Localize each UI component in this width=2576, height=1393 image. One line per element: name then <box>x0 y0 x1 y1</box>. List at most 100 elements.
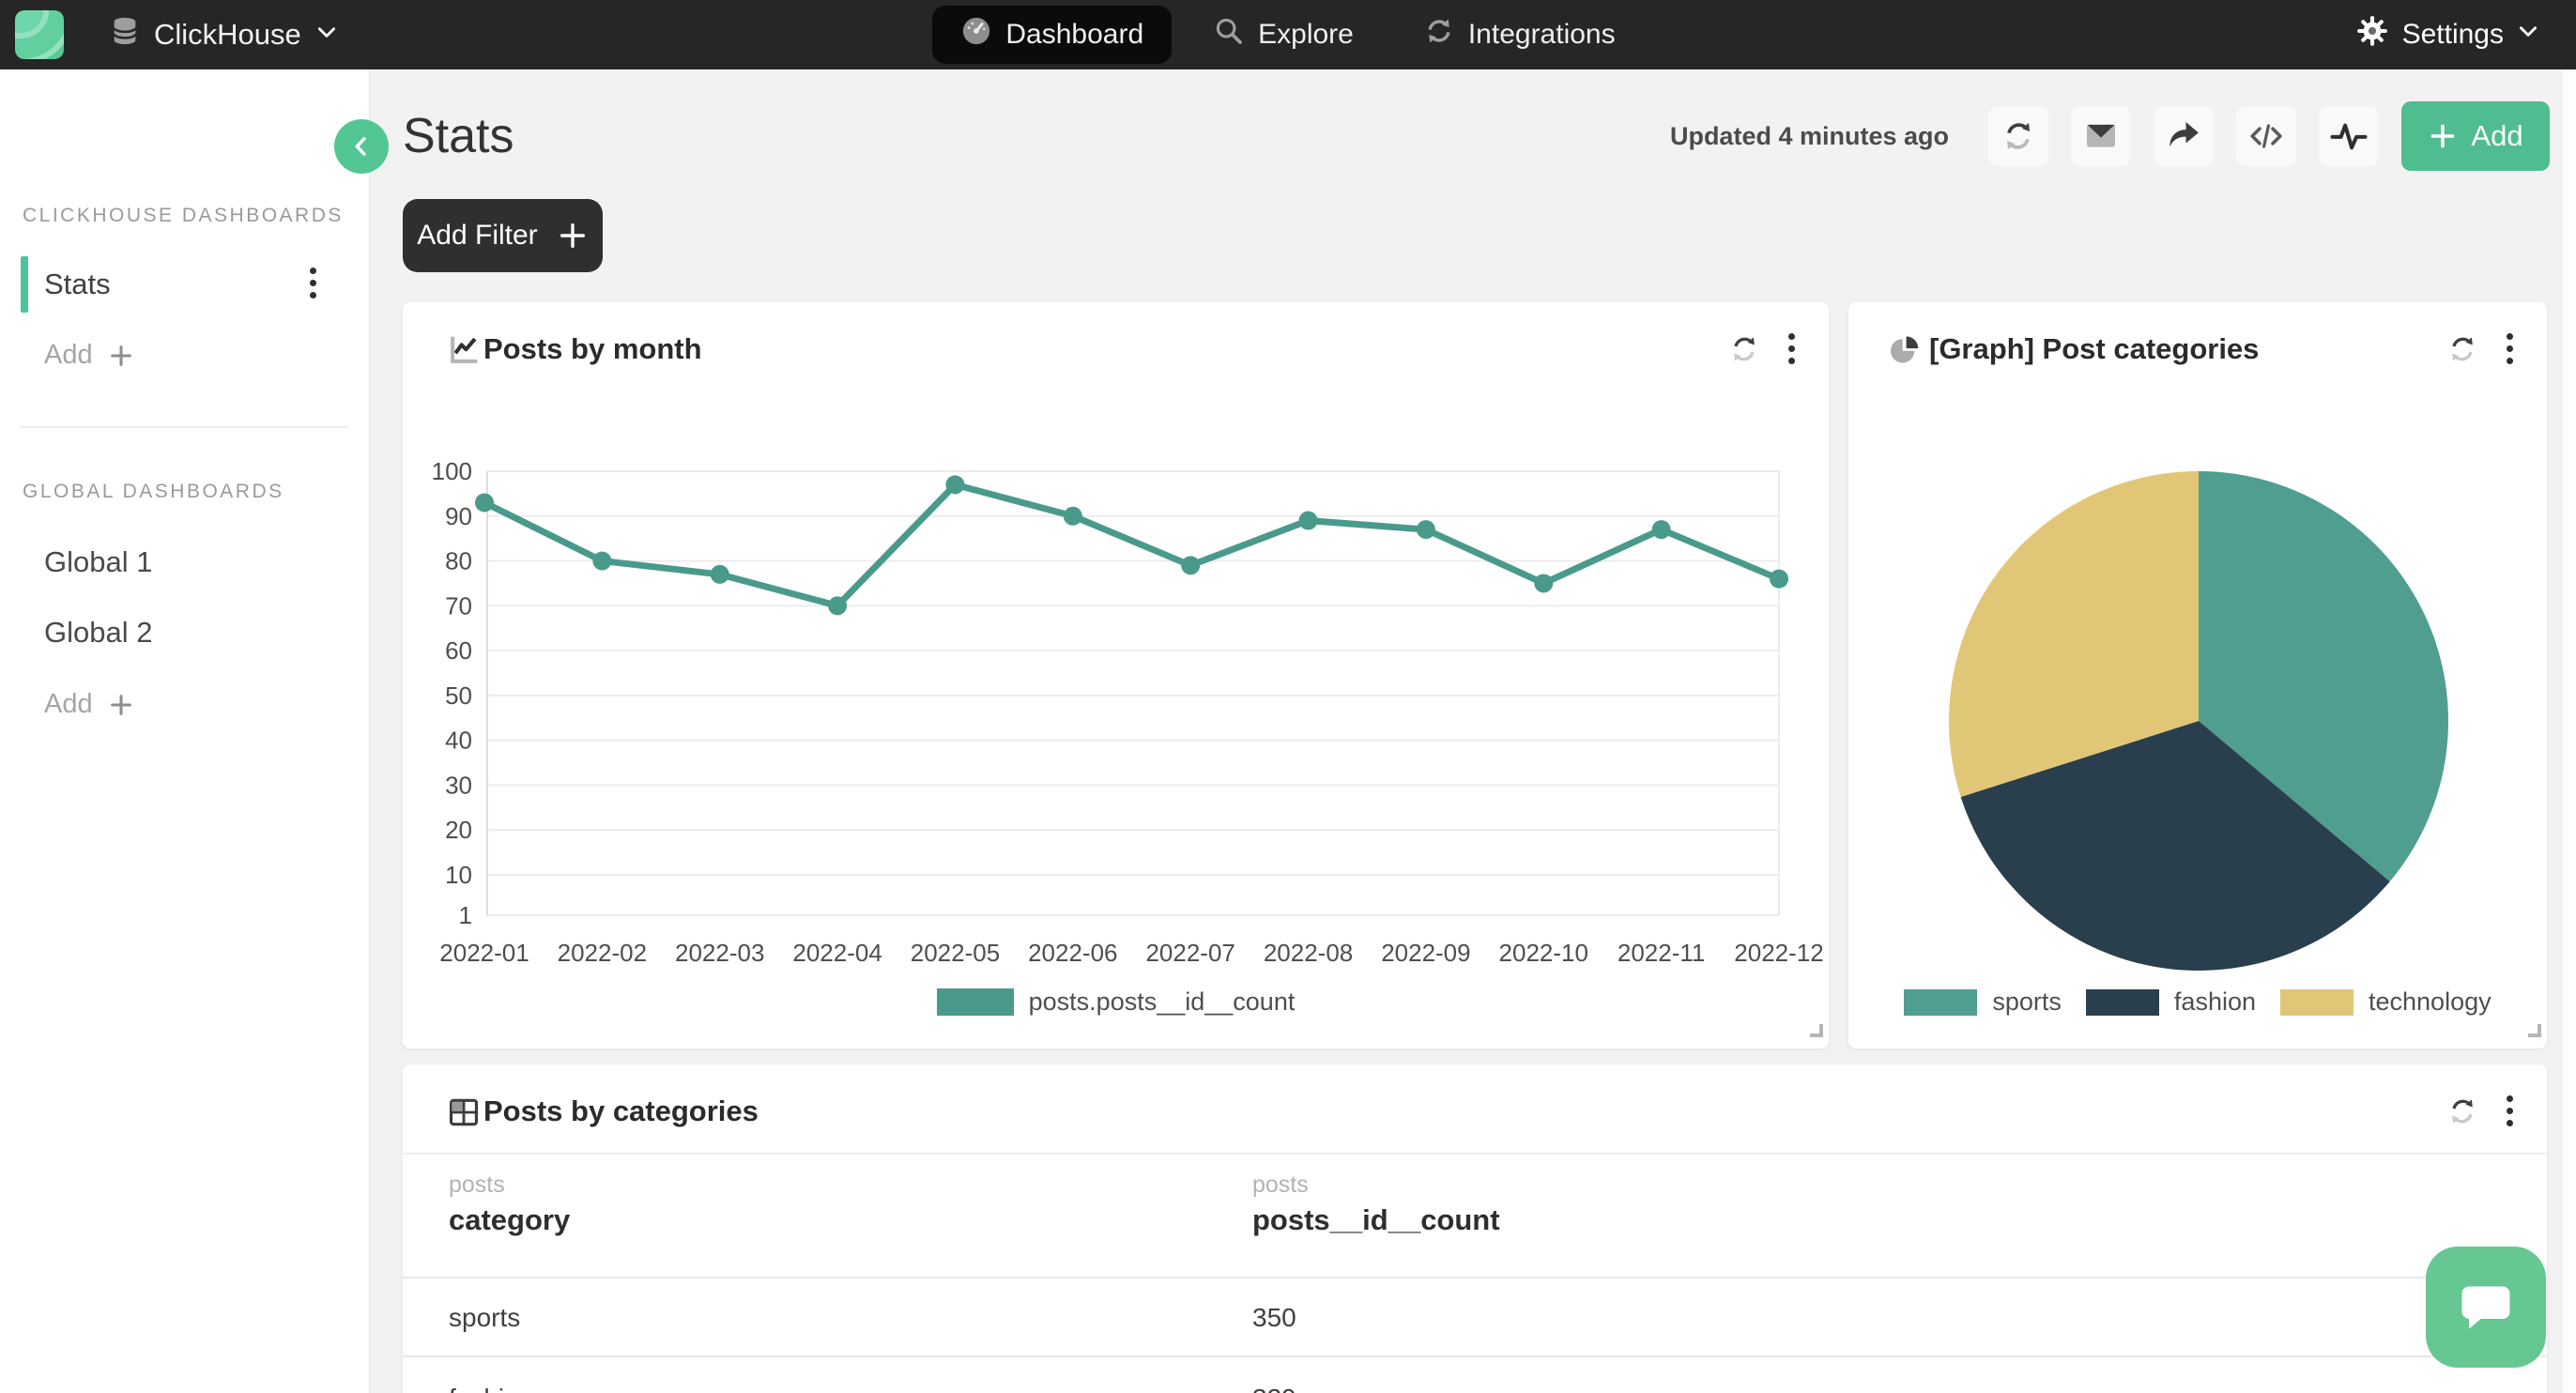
svg-text:10: 10 <box>445 861 472 889</box>
plus-icon <box>108 692 134 718</box>
add-dashboard-button[interactable]: Add <box>44 689 134 720</box>
plus-icon <box>108 343 134 369</box>
page-scrollbar[interactable] <box>2563 69 2576 1393</box>
svg-text:2022-05: 2022-05 <box>911 939 1000 967</box>
svg-text:1: 1 <box>459 901 472 929</box>
sidebar-item-label: Stats <box>44 268 111 301</box>
pie-chart-icon <box>1887 332 1923 373</box>
add-filter-button[interactable]: Add Filter <box>403 199 603 272</box>
chevron-left-icon <box>348 133 375 160</box>
chevron-down-icon <box>2516 19 2540 51</box>
line-chart-card: Posts by month 1102030405060708090100202… <box>403 302 1829 1049</box>
column-header-category[interactable]: category <box>449 1203 570 1237</box>
add-widget-button[interactable]: Add <box>2401 101 2550 171</box>
card-title: [Graph] Post categories <box>1929 332 2259 366</box>
sidebar-section-title: CLICKHOUSE DASHBOARDS <box>23 205 344 227</box>
forward-arrow-icon <box>2165 117 2202 155</box>
card-refresh-button[interactable] <box>2446 332 2479 371</box>
refresh-icon <box>2446 332 2479 366</box>
plus-icon <box>2428 121 2458 151</box>
svg-text:2022-10: 2022-10 <box>1499 939 1588 967</box>
legend-entry: sports <box>1904 987 2062 1017</box>
refresh-dashboard-button[interactable] <box>1988 106 2048 166</box>
svg-text:2022-09: 2022-09 <box>1381 939 1470 967</box>
tab-dashboard-label: Dashboard <box>1005 19 1143 51</box>
refresh-icon <box>2446 1094 2479 1128</box>
post-categories-pie <box>1949 471 2448 971</box>
sidebar-divider <box>21 426 347 428</box>
add-filter-label: Add Filter <box>417 220 537 252</box>
page-title: Stats <box>403 108 514 164</box>
activity-button[interactable] <box>2319 106 2379 166</box>
chart-legend: sports fashion technology <box>1848 987 2547 1017</box>
svg-text:2022-12: 2022-12 <box>1734 939 1823 967</box>
embed-code-button[interactable] <box>2236 106 2296 166</box>
card-header: Posts by categories <box>403 1064 2547 1153</box>
settings-label: Settings <box>2402 19 2504 51</box>
search-icon <box>1213 15 1245 54</box>
legend-entry: technology <box>2280 987 2492 1017</box>
cell-count: 350 <box>1252 1303 1296 1333</box>
legend-swatch <box>2280 989 2354 1016</box>
table-icon <box>446 1094 482 1135</box>
tab-integrations[interactable]: Integrations <box>1395 6 1644 64</box>
column-group-label: posts <box>449 1171 505 1199</box>
sidebar-section-title: GLOBAL DASHBOARDS <box>23 481 284 503</box>
svg-text:100: 100 <box>432 457 472 485</box>
card-resize-handle[interactable] <box>2528 1024 2541 1037</box>
sidebar-item-stats[interactable]: Stats <box>0 253 370 315</box>
sidebar-collapse-button[interactable] <box>334 119 389 174</box>
tab-explore-label: Explore <box>1258 19 1354 51</box>
svg-text:2022-04: 2022-04 <box>792 939 882 967</box>
main-nav: Dashboard Explore Integrations <box>0 0 2576 69</box>
legend-swatch <box>937 988 1014 1016</box>
legend-swatch <box>2086 989 2159 1016</box>
legend-entry: posts.posts__id__count <box>937 987 1296 1017</box>
add-widget-label: Add <box>2471 119 2522 153</box>
add-label: Add <box>44 689 93 720</box>
table-divider <box>403 1277 2547 1278</box>
card-resize-handle[interactable] <box>1810 1024 1823 1037</box>
sidebar-item-global-1[interactable]: Global 1 <box>0 531 370 593</box>
cell-category: fashion <box>449 1384 533 1393</box>
legend-label: fashion <box>2174 987 2256 1017</box>
pulse-icon <box>2329 116 2369 156</box>
card-refresh-button[interactable] <box>2446 1094 2479 1133</box>
sync-icon <box>1423 15 1455 54</box>
tab-dashboard[interactable]: Dashboard <box>932 6 1172 64</box>
legend-label: technology <box>2369 987 2492 1017</box>
column-header-count[interactable]: posts__id__count <box>1252 1203 1500 1237</box>
svg-text:70: 70 <box>445 591 472 620</box>
tab-explore[interactable]: Explore <box>1185 6 1382 64</box>
envelope-icon <box>2082 117 2120 155</box>
svg-text:2022-08: 2022-08 <box>1264 939 1353 967</box>
sidebar-item-global-2[interactable]: Global 2 <box>0 602 370 664</box>
selected-indicator <box>21 256 28 313</box>
table-divider <box>403 1153 2547 1155</box>
share-button[interactable] <box>2154 106 2214 166</box>
email-report-button[interactable] <box>2071 106 2131 166</box>
table-divider <box>403 1355 2547 1357</box>
svg-text:2022-02: 2022-02 <box>558 939 647 967</box>
svg-text:60: 60 <box>445 636 472 665</box>
last-updated-text: Updated 4 minutes ago <box>1670 122 1949 151</box>
sidebar-item-label: Global 2 <box>44 616 152 650</box>
add-dashboard-button[interactable]: Add <box>44 340 134 371</box>
code-icon <box>2246 116 2286 156</box>
card-title: Posts by categories <box>483 1094 759 1128</box>
svg-text:2022-06: 2022-06 <box>1028 939 1117 967</box>
chat-widget-button[interactable] <box>2426 1247 2546 1368</box>
svg-text:20: 20 <box>445 816 472 844</box>
settings-menu[interactable]: Settings <box>2354 0 2540 69</box>
svg-text:40: 40 <box>445 727 472 755</box>
posts-by-month-chart: 11020304050607080901002022-012022-022022… <box>403 302 1829 1049</box>
svg-text:2022-01: 2022-01 <box>439 939 529 967</box>
item-kebab-menu-icon[interactable] <box>310 268 316 298</box>
card-kebab-menu-icon[interactable] <box>2507 333 2513 364</box>
pie-chart-card: [Graph] Post categories sports fashion t… <box>1848 302 2547 1049</box>
svg-text:2022-03: 2022-03 <box>675 939 764 967</box>
add-label: Add <box>44 340 93 371</box>
sidebar-item-label: Global 1 <box>44 545 152 579</box>
card-kebab-menu-icon[interactable] <box>2507 1095 2513 1126</box>
legend-label: posts.posts__id__count <box>1029 987 1296 1017</box>
